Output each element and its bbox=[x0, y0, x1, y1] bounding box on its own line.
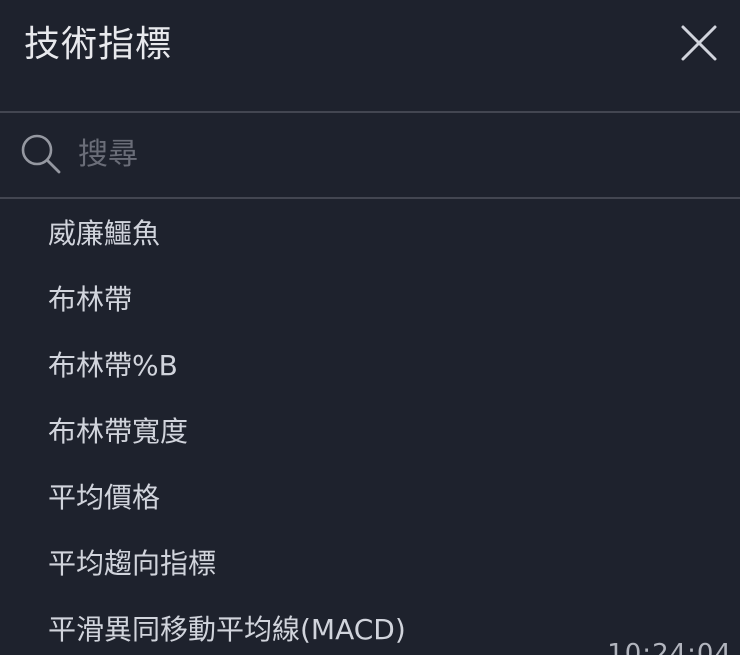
search-input[interactable] bbox=[78, 131, 698, 177]
indicator-list: 威廉鱷魚 布林帶 布林帶%B 布林帶寬度 平均價格 平均趨向指標 平滑異同移動平… bbox=[0, 201, 740, 655]
search-icon bbox=[20, 133, 62, 175]
list-item[interactable]: 布林帶 bbox=[0, 267, 740, 333]
list-item[interactable]: 布林帶寬度 bbox=[0, 399, 740, 465]
close-button[interactable] bbox=[680, 24, 718, 62]
list-item[interactable]: 布林帶%B bbox=[0, 333, 740, 399]
panel-header: 技術指標 bbox=[0, 0, 740, 113]
search-bar bbox=[0, 113, 740, 199]
page-title: 技術指標 bbox=[24, 24, 173, 65]
timestamp: 10:24:04 bbox=[607, 639, 732, 655]
list-item[interactable]: 平均價格 bbox=[0, 465, 740, 531]
indicators-panel: 技術指標 威廉鱷魚 布林帶 布林帶%B 布林帶寬度 平均價格 平均趨向指標 平滑… bbox=[0, 0, 740, 655]
list-item[interactable]: 威廉鱷魚 bbox=[0, 201, 740, 267]
close-icon bbox=[681, 25, 717, 61]
list-item[interactable]: 平均趨向指標 bbox=[0, 531, 740, 597]
